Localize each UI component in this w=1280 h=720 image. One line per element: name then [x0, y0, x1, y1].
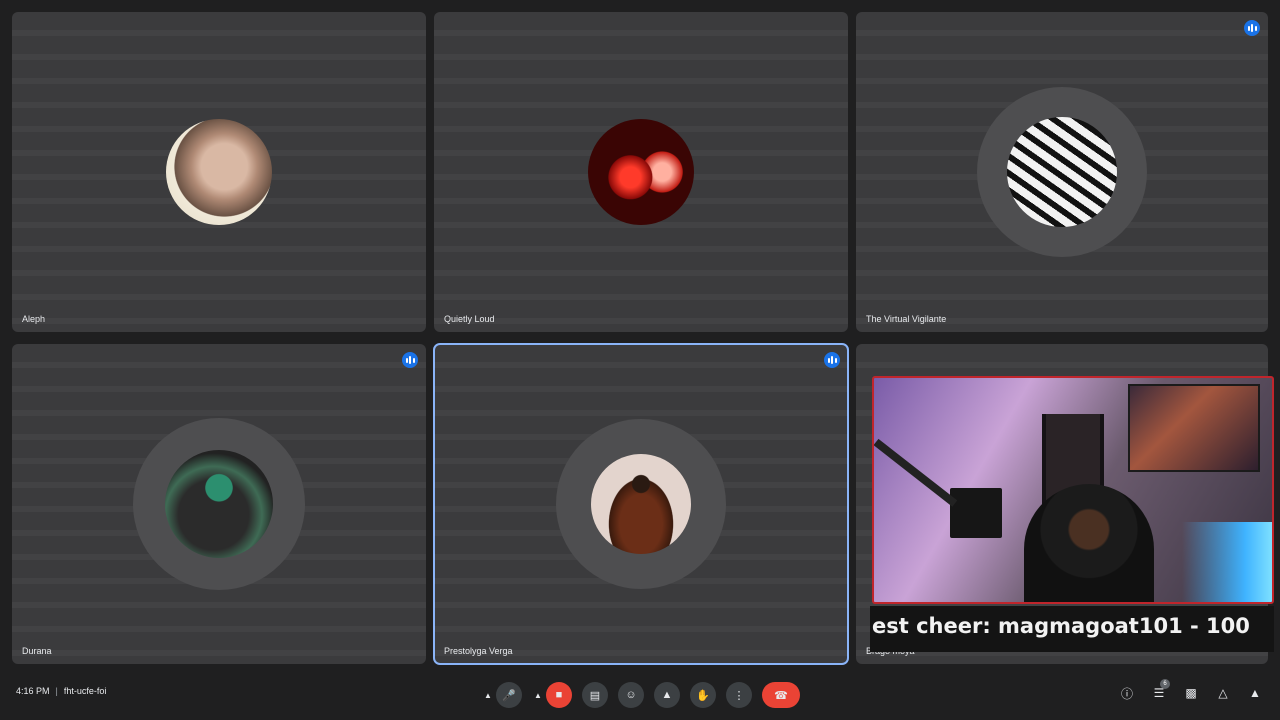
avatar [588, 119, 694, 225]
raise-hand-icon[interactable]: ✋ [690, 682, 716, 708]
camera-off-icon[interactable]: ■ [546, 682, 572, 708]
clock-time: 4:16 PM [16, 686, 50, 696]
speaking-indicator-icon [402, 352, 418, 368]
participants-count-badge: 6 [1160, 679, 1170, 689]
meeting-info: 4:16 PM | fht-ucfe-foi [16, 686, 107, 696]
speaking-ring [977, 87, 1147, 257]
info-icon[interactable]: ⓘ [1118, 684, 1136, 702]
chat-icon[interactable]: ▩ [1182, 684, 1200, 702]
participant-name: The Virtual Vigilante [866, 314, 947, 324]
speaking-indicator-icon [1244, 20, 1260, 36]
participant-name: Quietly Loud [444, 314, 495, 324]
captions-icon[interactable]: ▤ [582, 682, 608, 708]
participant-name: Durana [22, 646, 52, 656]
activities-icon[interactable]: △ [1214, 684, 1232, 702]
meeting-controls-bar: 4:16 PM | fht-ucfe-foi ▲ 🎤 ▲ ■ ▤ ☺ ▲ ✋ ⋮ ☎… [0, 679, 1280, 720]
avatar [165, 450, 273, 558]
people-icon[interactable]: ☰ 6 [1150, 679, 1170, 702]
call-controls: ▲ 🎤 ▲ ■ ▤ ☺ ▲ ✋ ⋮ ☎ [482, 682, 800, 708]
participant-name: Aleph [22, 314, 46, 324]
participant-name: Prestolyga Verga [444, 646, 513, 656]
microphone-icon[interactable]: 🎤 [496, 682, 522, 708]
present-icon[interactable]: ▲ [654, 682, 680, 708]
meeting-code: fht-ucfe-foi [63, 686, 107, 696]
host-controls-icon[interactable]: ▲ [1246, 684, 1264, 702]
speaking-indicator-icon [824, 352, 840, 368]
stream-cheer-ticker: est cheer: magmagoat101 - 100 [870, 606, 1274, 652]
participant-tile-aleph[interactable]: Aleph [12, 12, 426, 332]
webcam-overlay [872, 376, 1274, 604]
audio-options-chevron-icon[interactable]: ▲ [482, 682, 494, 708]
avatar [1007, 117, 1117, 227]
end-call-icon[interactable]: ☎ [762, 682, 800, 708]
participant-tile-quietly-loud[interactable]: Quietly Loud [434, 12, 848, 332]
speaking-ring [556, 419, 726, 589]
participant-tile-durana[interactable]: Durana [12, 344, 426, 664]
side-panel-controls: ⓘ ☰ 6 ▩ △ ▲ [1118, 679, 1264, 702]
speaking-ring [133, 418, 305, 590]
avatar [591, 454, 691, 554]
emoji-icon[interactable]: ☺ [618, 682, 644, 708]
video-options-chevron-icon[interactable]: ▲ [532, 682, 544, 708]
participant-tile-virtual-vigilante[interactable]: The Virtual Vigilante [856, 12, 1268, 332]
avatar [166, 119, 272, 225]
participant-tile-prestolyga-verga[interactable]: Prestolyga Verga [433, 343, 849, 665]
more-options-icon[interactable]: ⋮ [726, 682, 752, 708]
video-grid: Aleph Quietly Loud The Virtual Vigilante… [0, 0, 1280, 680]
